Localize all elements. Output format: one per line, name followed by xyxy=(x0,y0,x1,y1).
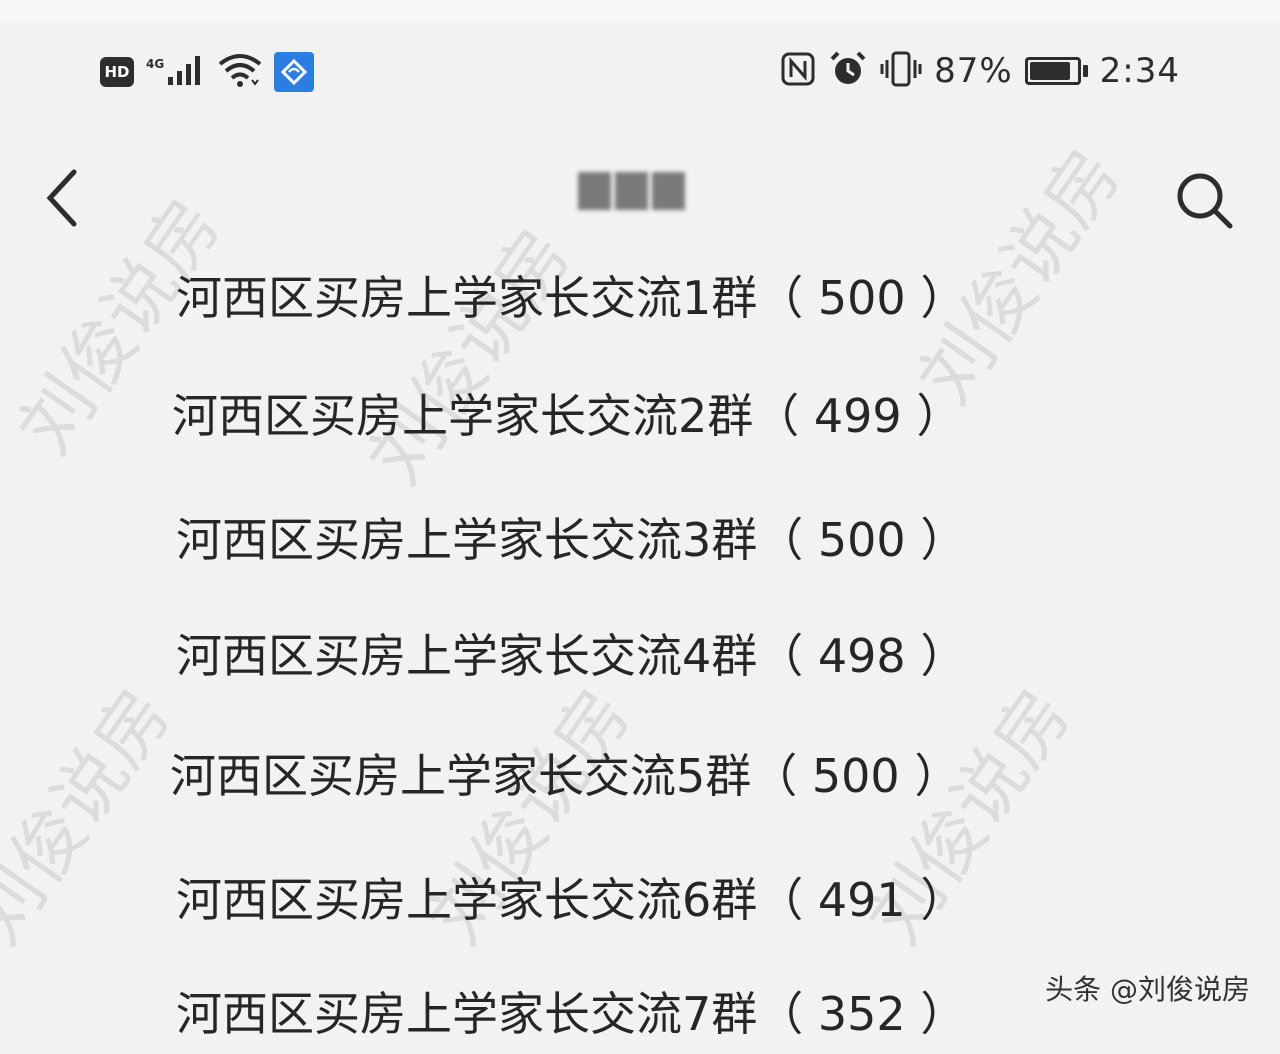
signal-bars-icon xyxy=(166,53,206,91)
group-name: 河西区买房上学家长交流1群（ 500 ） xyxy=(176,271,967,325)
status-bar-right: 87% 2:34 xyxy=(780,50,1180,92)
battery-fill xyxy=(1029,62,1070,80)
group-name: 河西区买房上学家长交流5群（ 500 ） xyxy=(170,749,961,803)
status-bar: HD 4G 87% 2:34 xyxy=(0,40,1280,104)
source-label: 头条 @刘俊说房 xyxy=(1045,973,1250,1006)
chevron-left-icon xyxy=(46,169,77,227)
search-icon xyxy=(1177,173,1233,229)
search-button[interactable] xyxy=(1170,166,1240,236)
group-name: 河西区买房上学家长交流6群（ 491 ） xyxy=(176,873,967,927)
group-name: 河西区买房上学家长交流2群（ 499 ） xyxy=(172,389,963,443)
list-item[interactable]: 河西区买房上学家长交流5群（ 500 ） xyxy=(0,726,1280,816)
group-name: 河西区买房上学家长交流4群（ 498 ） xyxy=(176,629,967,683)
nfc-icon xyxy=(780,51,816,91)
vibrate-icon xyxy=(880,50,922,92)
back-button[interactable] xyxy=(36,164,96,234)
top-strip xyxy=(0,0,1280,22)
network-type-label: 4G xyxy=(146,57,165,71)
list-item[interactable]: 河西区买房上学家长交流3群（ 500 ） xyxy=(0,490,1280,580)
group-name: 河西区买房上学家长交流7群（ 352 ） xyxy=(176,987,967,1041)
alarm-icon xyxy=(828,50,868,92)
list-item[interactable]: 河西区买房上学家长交流2群（ 499 ） xyxy=(0,366,1280,456)
hd-badge: HD xyxy=(100,57,134,87)
list-item[interactable]: 河西区买房上学家长交流1群（ 500 ） xyxy=(0,248,1280,338)
clock-time: 2:34 xyxy=(1099,51,1180,91)
battery-percent: 87% xyxy=(934,51,1013,91)
list-item[interactable]: 河西区买房上学家长交流6群（ 491 ） xyxy=(0,850,1280,940)
status-bar-left: HD 4G xyxy=(100,52,315,92)
group-name: 河西区买房上学家长交流3群（ 500 ） xyxy=(176,513,967,567)
list-item[interactable]: 河西区买房上学家长交流4群（ 498 ） xyxy=(0,606,1280,696)
vpn-icon xyxy=(274,52,315,92)
nav-bar xyxy=(0,140,1280,240)
wifi-icon xyxy=(218,52,262,92)
page-title-redacted xyxy=(578,172,685,210)
battery-icon xyxy=(1024,57,1088,85)
